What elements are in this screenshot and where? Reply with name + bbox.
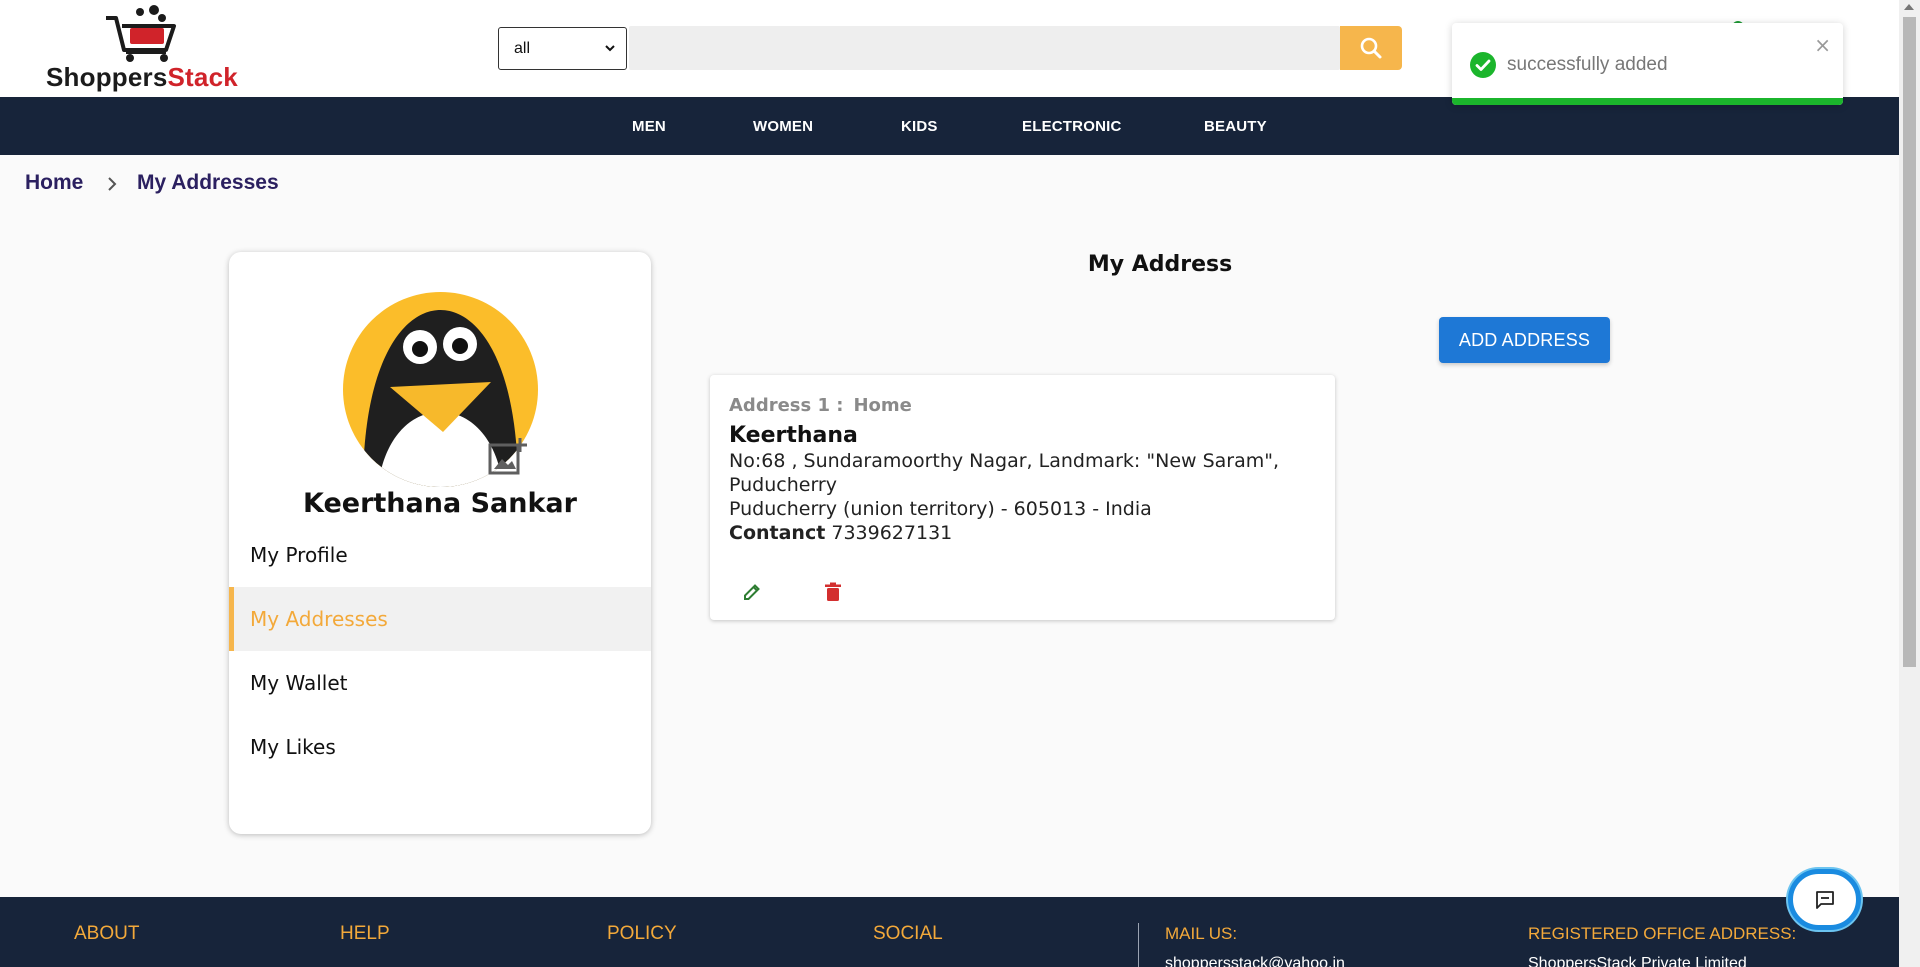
chat-icon	[1815, 890, 1834, 909]
scroll-thumb[interactable]	[1903, 17, 1916, 667]
footer-mail[interactable]: shoppersstack@yahoo.in	[1165, 955, 1345, 967]
nav-item-electronic[interactable]: ELECTRONIC	[1022, 97, 1122, 155]
category-select-value: all	[514, 39, 531, 57]
page-title: My Address	[1087, 252, 1233, 277]
chevron-right-icon	[108, 177, 117, 191]
footer-help[interactable]: HELP	[340, 923, 390, 945]
footer-about[interactable]: ABOUT	[74, 923, 139, 945]
breadcrumb-home[interactable]: Home	[25, 171, 83, 195]
edit-icon[interactable]	[742, 582, 762, 602]
address-label: Address 1 : Home	[729, 395, 912, 416]
success-toast: successfully added ×	[1452, 23, 1843, 105]
category-navbar: MEN WOMEN KIDS ELECTRONIC BEAUTY	[0, 97, 1899, 155]
sidebar-item-my-likes[interactable]: My Likes	[229, 715, 651, 779]
brand-name-part1: Shoppers	[46, 62, 168, 92]
address-name: Keerthana	[729, 423, 858, 448]
address-line1: No:68 , Sundaramoorthy Nagar, Landmark: …	[729, 450, 1280, 472]
chevron-down-icon	[605, 45, 615, 52]
sidebar-item-my-profile[interactable]: My Profile	[229, 523, 651, 587]
check-circle-icon	[1470, 52, 1496, 78]
sidebar-item-my-wallet[interactable]: My Wallet	[229, 651, 651, 715]
address-type: Home	[853, 395, 912, 416]
search-button[interactable]	[1340, 26, 1402, 70]
contact-label: Contanct	[729, 522, 826, 544]
footer: ABOUT HELP POLICY SOCIAL MAIL US: shoppe…	[0, 897, 1899, 967]
chat-button[interactable]	[1788, 869, 1861, 930]
toast-progress-bar	[1452, 98, 1843, 105]
breadcrumb-current: My Addresses	[137, 171, 279, 194]
brand-name[interactable]: ShoppersStack	[46, 62, 238, 93]
scroll-up-arrow-icon[interactable]	[1904, 4, 1914, 10]
footer-office-heading: REGISTERED OFFICE ADDRESS:	[1528, 924, 1797, 943]
delete-icon[interactable]	[824, 582, 842, 602]
brand-name-part2: Stack	[167, 62, 238, 92]
contact-number: 7339627131	[831, 522, 953, 544]
page-scrollbar[interactable]	[1899, 0, 1920, 967]
footer-social[interactable]: SOCIAL	[873, 923, 943, 945]
footer-policy[interactable]: POLICY	[607, 923, 677, 945]
add-address-button[interactable]: ADD ADDRESS	[1439, 317, 1610, 363]
category-select[interactable]: all	[498, 27, 627, 70]
footer-office: ShoppersStack Private Limited	[1528, 955, 1747, 967]
nav-item-men[interactable]: MEN	[632, 97, 666, 155]
footer-mail-heading: MAIL US:	[1165, 924, 1238, 943]
search-icon	[1360, 37, 1382, 59]
toast-close-button[interactable]: ×	[1814, 33, 1831, 57]
sidebar-item-my-addresses[interactable]: My Addresses	[229, 587, 651, 651]
search-input[interactable]	[629, 26, 1340, 70]
profile-sidebar: Keerthana Sankar My Profile My Addresses…	[229, 252, 651, 834]
address-card: Address 1 : Home Keerthana No:68 , Sundar…	[710, 375, 1335, 620]
nav-item-women[interactable]: WOMEN	[753, 97, 813, 155]
address-number: Address 1 :	[729, 395, 844, 416]
address-line3: Puducherry (union territory) - 605013 - …	[729, 498, 1152, 520]
profile-name: Keerthana Sankar	[303, 488, 577, 519]
nav-item-beauty[interactable]: BEAUTY	[1204, 97, 1267, 155]
nav-item-kids[interactable]: KIDS	[901, 97, 938, 155]
address-contact: Contanct 7339627131	[729, 522, 952, 544]
footer-divider	[1138, 923, 1139, 967]
toast-message: successfully added	[1507, 54, 1668, 75]
address-line2: Puducherry	[729, 474, 837, 496]
add-photo-icon[interactable]	[487, 436, 529, 478]
